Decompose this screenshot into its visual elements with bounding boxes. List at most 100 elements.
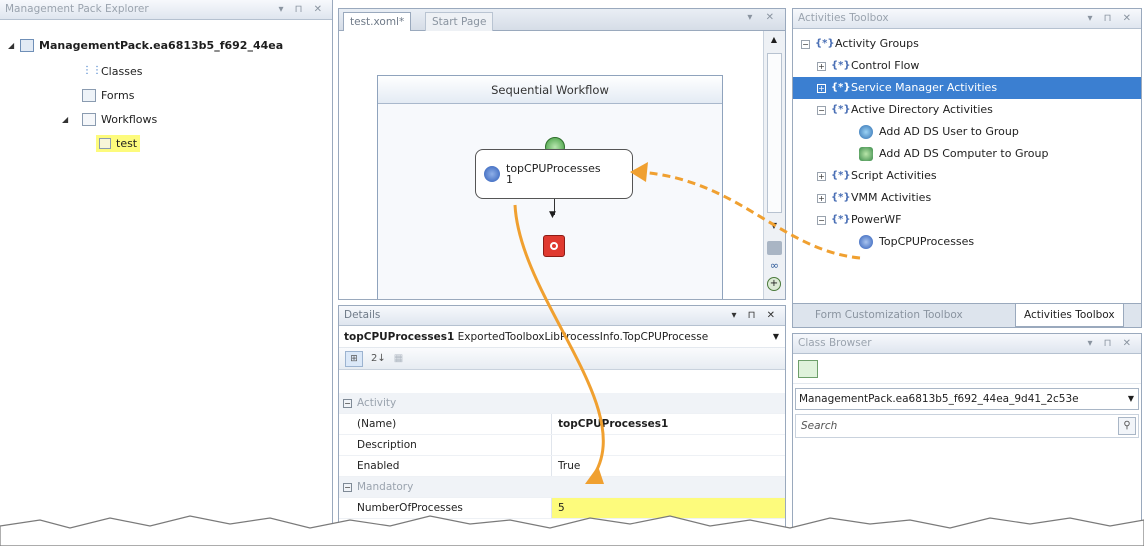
collapse-icon[interactable]: − xyxy=(343,483,352,492)
details-title: Details xyxy=(344,309,381,321)
alphabetical-sort-button[interactable]: 2↓ xyxy=(371,353,386,364)
class-browser-window-controls[interactable]: ▾ ⊓ ✕ xyxy=(1087,334,1135,353)
powershell-activity-icon xyxy=(859,235,873,249)
toolbox-title: Activities Toolbox xyxy=(798,12,889,24)
torn-edge-shape xyxy=(0,515,1144,546)
tree-item-label: Forms xyxy=(101,88,135,102)
object-type: ExportedToolboxLibProcessInfo.TopCPUProc… xyxy=(457,331,709,343)
tab-start-page[interactable]: Start Page xyxy=(425,12,494,31)
tree-root-label: ManagementPack.ea6813b5_f692_44ea xyxy=(39,38,284,52)
property-value[interactable]: topCPUProcesses1 xyxy=(552,414,785,434)
chevron-down-icon[interactable]: ▼ xyxy=(773,326,779,348)
activity-group-icon: {*} xyxy=(815,38,835,49)
toolbox-item-powerwf[interactable]: − {*} PowerWF xyxy=(793,209,1141,231)
property-pages-button[interactable]: ▦ xyxy=(394,353,403,364)
class-browser-title: Class Browser xyxy=(798,337,872,349)
designer-canvas[interactable]: Sequential Workflow topCPUProcesses 1 ▼ xyxy=(339,31,763,299)
print-icon[interactable] xyxy=(767,241,782,255)
property-row[interactable]: Enabled True xyxy=(339,456,785,477)
tree-item-workflows[interactable]: ◢ Workflows xyxy=(62,110,157,128)
property-row[interactable]: (Name) topCPUProcesses1 xyxy=(339,414,785,435)
category-row[interactable]: − Activity xyxy=(339,393,785,414)
toolbox-item-label: TopCPUProcesses xyxy=(879,235,975,248)
tree-item-forms[interactable]: Forms xyxy=(82,86,134,104)
category-label: Mandatory xyxy=(357,481,414,493)
toolbox-item-control-flow[interactable]: + {*} Control Flow xyxy=(793,55,1141,77)
activity-label: topCPUProcesses 1 xyxy=(506,162,601,186)
designer-window-controls[interactable]: ▾ ✕ xyxy=(747,12,779,23)
classes-icon: ⋮⋮ xyxy=(82,64,102,76)
tab-test-xoml[interactable]: test.xoml* xyxy=(343,12,412,31)
search-placeholder: Search xyxy=(801,420,838,432)
toolbox-item-label: Control Flow xyxy=(851,59,920,72)
property-grid: − Activity (Name) topCPUProcesses1 Descri… xyxy=(339,393,785,519)
management-pack-icon xyxy=(20,38,34,52)
document-tabs: test.xoml* Start Page ▾ ✕ xyxy=(339,9,785,31)
test-highlight: test xyxy=(96,134,141,152)
search-icon[interactable]: ⚲ xyxy=(1118,417,1136,435)
details-window-controls[interactable]: ▾ ⊓ ✕ xyxy=(731,306,779,325)
collapse-arrow-icon[interactable]: ◢ xyxy=(62,115,82,124)
refresh-icon[interactable] xyxy=(798,360,818,378)
designer-vertical-scrollbar[interactable]: ▲ ▼ ∞ + xyxy=(763,31,785,299)
scroll-up-icon[interactable]: ▲ xyxy=(767,35,781,47)
property-value[interactable]: True xyxy=(552,456,785,476)
toolbox-item-label: Add AD DS Computer to Group xyxy=(879,147,1049,160)
toolbox-item-activity-groups[interactable]: − {*} Activity Groups xyxy=(793,33,1141,55)
tab-form-customization-toolbox[interactable]: Form Customization Toolbox xyxy=(807,304,971,327)
collapse-icon[interactable]: − xyxy=(817,105,826,115)
categorized-view-button[interactable]: ⊞ xyxy=(345,350,363,367)
collapse-arrow-icon[interactable]: ◢ xyxy=(8,41,20,50)
torn-paper-edge xyxy=(0,515,1144,546)
toolbox-item-vmm-activities[interactable]: + {*} VMM Activities xyxy=(793,187,1141,209)
toolbox-item-label: PowerWF xyxy=(851,213,902,226)
activity-group-icon: {*} xyxy=(831,192,851,203)
binoculars-icon[interactable]: ∞ xyxy=(767,259,782,273)
property-row[interactable]: Description xyxy=(339,435,785,456)
collapse-icon[interactable]: − xyxy=(817,215,826,225)
class-browser-titlebar: Class Browser ▾ ⊓ ✕ xyxy=(793,334,1141,354)
toolbox-item-add-ad-ds-computer[interactable]: Add AD DS Computer to Group xyxy=(793,143,1141,165)
workflows-icon xyxy=(82,112,96,126)
workflow-end-icon xyxy=(543,235,565,257)
chevron-down-icon[interactable]: ▼ xyxy=(1128,389,1134,409)
collapse-icon[interactable]: − xyxy=(343,399,352,408)
tree-item-test[interactable]: test xyxy=(96,134,141,152)
activity-topcpuprocesses1[interactable]: topCPUProcesses 1 xyxy=(475,149,633,199)
workflow-file-icon xyxy=(99,137,111,149)
collapse-icon[interactable]: − xyxy=(801,39,810,49)
toolbox-item-script-activities[interactable]: + {*} Script Activities xyxy=(793,165,1141,187)
object-name: topCPUProcesses1 xyxy=(344,331,455,343)
explorer-titlebar: Management Pack Explorer ▾ ⊓ ✕ xyxy=(0,0,332,20)
object-selector[interactable]: topCPUProcesses1 ExportedToolboxLibProce… xyxy=(339,326,785,348)
toolbox-item-service-manager-activities[interactable]: + {*} Service Manager Activities xyxy=(793,77,1141,99)
management-pack-combo[interactable]: ManagementPack.ea6813b5_f692_44ea_9d41_2… xyxy=(795,388,1139,410)
expand-icon[interactable]: + xyxy=(817,171,826,181)
toolbox-item-active-directory-activities[interactable]: − {*} Active Directory Activities xyxy=(793,99,1141,121)
expand-icon[interactable]: + xyxy=(817,83,826,93)
toolbox-item-label: Service Manager Activities xyxy=(851,81,998,94)
activity-group-icon: {*} xyxy=(831,170,851,181)
expand-icon[interactable]: + xyxy=(817,61,826,71)
tree-item-label: Workflows xyxy=(101,112,158,126)
tree-root-row[interactable]: ◢ ManagementPack.ea6813b5_f692_44ea xyxy=(8,36,283,54)
expand-icon[interactable]: + xyxy=(817,193,826,203)
tree-item-classes[interactable]: ⋮⋮ Classes xyxy=(82,62,142,80)
forms-icon xyxy=(82,88,96,102)
zoom-icon[interactable]: + xyxy=(767,277,781,291)
toolbox-bottom-tabs: Form Customization Toolbox Activities To… xyxy=(793,303,1141,327)
class-browser-toolbar xyxy=(793,354,1141,384)
tree-item-label: Classes xyxy=(101,64,143,78)
activity-group-icon: {*} xyxy=(831,104,851,115)
toolbox-window-controls[interactable]: ▾ ⊓ ✕ xyxy=(1087,9,1135,28)
class-search-input[interactable]: Search ⚲ xyxy=(795,414,1139,438)
tab-activities-toolbox[interactable]: Activities Toolbox xyxy=(1015,304,1124,327)
computer-group-icon xyxy=(859,147,873,161)
scroll-thumb[interactable] xyxy=(767,53,782,213)
toolbox-item-topcpuprocesses[interactable]: TopCPUProcesses xyxy=(793,231,1141,253)
category-row[interactable]: − Mandatory xyxy=(339,477,785,498)
property-value[interactable] xyxy=(552,435,785,455)
scroll-down-icon[interactable]: ▼ xyxy=(767,221,781,233)
toolbox-item-add-ad-ds-user[interactable]: Add AD DS User to Group xyxy=(793,121,1141,143)
explorer-window-controls[interactable]: ▾ ⊓ ✕ xyxy=(278,0,326,19)
